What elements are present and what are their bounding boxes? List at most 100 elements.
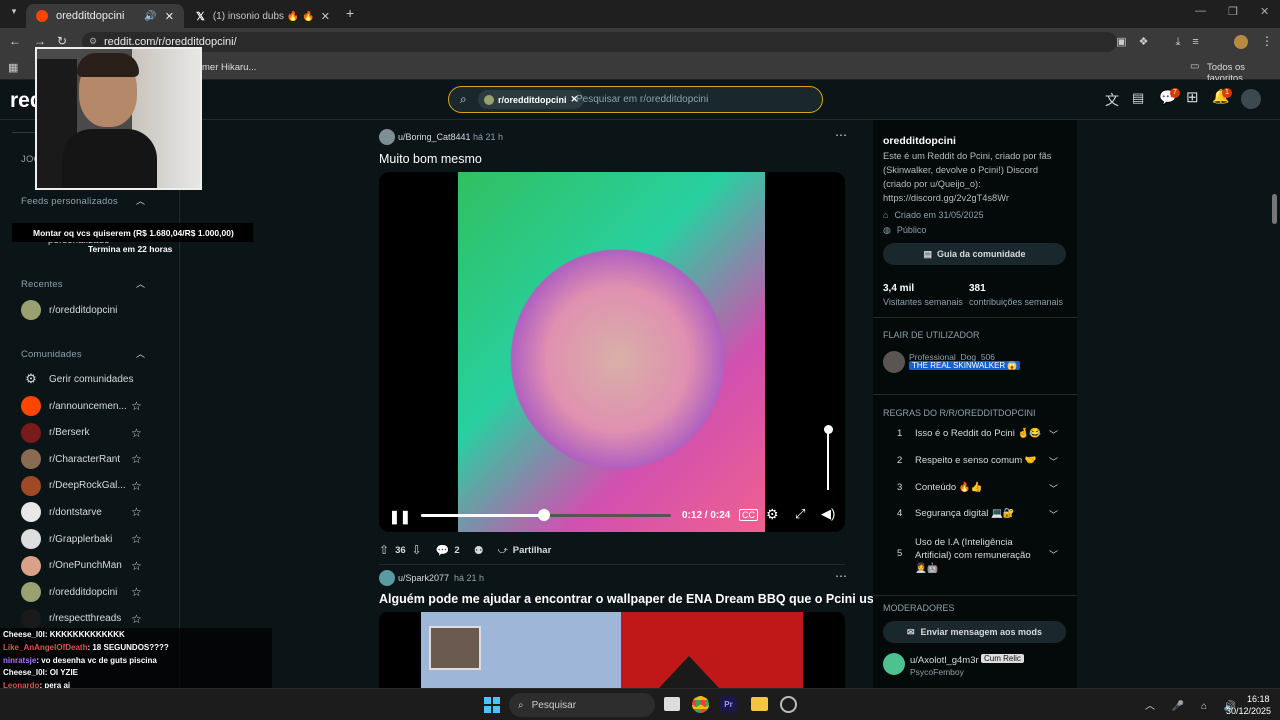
rule-4[interactable]: 4 Segurança digital 💻🔐	[897, 508, 1015, 519]
app-icon[interactable]	[780, 696, 797, 713]
tab-close-icon[interactable]: ✕	[165, 10, 174, 23]
profile-avatar[interactable]	[1234, 35, 1248, 49]
community-name[interactable]: oredditdopcini	[883, 135, 956, 147]
close-window-button[interactable]: ✕	[1260, 5, 1269, 18]
chevron-up-icon[interactable]: ︿	[136, 277, 145, 290]
seek-handle[interactable]	[538, 509, 550, 521]
recents-section-header[interactable]: Recentes	[21, 279, 63, 290]
star-icon[interactable]: ☆	[131, 426, 142, 440]
rule-3[interactable]: 3 Conteúdo 🔥👍	[897, 482, 983, 493]
tab-list-button[interactable]: ▾	[6, 6, 22, 22]
forward-button[interactable]: →	[34, 34, 46, 48]
ads-icon[interactable]: ▤	[1132, 90, 1144, 106]
chevron-down-icon[interactable]: ﹀	[1049, 455, 1058, 468]
pause-icon[interactable]: ❚❚	[389, 509, 411, 525]
star-icon[interactable]: ☆	[131, 452, 142, 466]
star-icon[interactable]: ☆	[131, 612, 142, 626]
communities-section-header[interactable]: Comunidades	[21, 349, 82, 360]
sidebar-item-community[interactable]: r/OnePunchMan ☆	[21, 555, 142, 577]
star-icon[interactable]: ☆	[131, 559, 142, 573]
chevron-down-icon[interactable]: ﹀	[1049, 548, 1058, 561]
feeds-section-header[interactable]: Feeds personalizados	[21, 196, 118, 207]
site-info-icon[interactable]: ⚙	[89, 36, 97, 47]
back-button[interactable]: ←	[9, 34, 21, 48]
seek-bar-fill	[421, 514, 546, 517]
create-post-icon[interactable]: ⊞	[1186, 88, 1199, 106]
reload-button[interactable]: ↻	[57, 34, 67, 48]
sidebar-item-community[interactable]: r/oredditdopcini ☆	[21, 581, 142, 603]
star-icon[interactable]: ☆	[131, 532, 142, 546]
post-card[interactable]: u/Spark2077 há 21 h ⋯ Alguém pode me aju…	[367, 568, 888, 688]
chevron-up-icon[interactable]: ︿	[136, 347, 145, 360]
file-explorer-icon[interactable]	[751, 697, 768, 711]
video-player[interactable]: ❚❚ 0:12 / 0:24 CC ⚙ ⤢ ◀)	[379, 172, 845, 532]
volume-slider-handle[interactable]	[824, 425, 833, 434]
translate-icon[interactable]: 文	[1105, 90, 1119, 110]
manage-communities[interactable]: ⚙ Gerir comunidades	[21, 368, 133, 390]
apps-icon[interactable]: ▦	[8, 61, 18, 74]
star-icon[interactable]: ☆	[131, 585, 142, 599]
flair-tag[interactable]: THE REAL SKINWALKER 😱	[909, 361, 1021, 370]
chevron-down-icon[interactable]: ﹀	[1049, 428, 1058, 441]
rule-2[interactable]: 2 Respeito e senso comum 🤝	[897, 455, 1037, 466]
rule-1[interactable]: 1 Isso é o Reddit do Pcini 🤞😂	[897, 428, 1041, 439]
post-image[interactable]	[379, 612, 845, 688]
new-tab-button[interactable]: +	[346, 5, 354, 21]
more-options-icon[interactable]: ⋯	[835, 128, 847, 142]
captions-icon[interactable]: CC	[739, 509, 758, 521]
sidebar-item-community[interactable]: r/dontstarve ☆	[21, 501, 142, 523]
minimize-button[interactable]: —	[1195, 5, 1206, 17]
post-title[interactable]: Alguém pode me ajudar a encontrar o wall…	[379, 592, 888, 606]
fullscreen-icon[interactable]: ⤢	[795, 506, 805, 522]
user-avatar[interactable]	[1241, 89, 1261, 109]
search-chip[interactable]: r/oredditdopcini ✕	[478, 90, 585, 109]
star-icon[interactable]: ☆	[131, 399, 142, 413]
volume-slider-track[interactable]	[827, 430, 829, 490]
chevron-up-icon[interactable]: ︿	[136, 194, 145, 207]
sidebar-item-community[interactable]: r/DeepRockGal... ☆	[21, 475, 142, 497]
task-view-icon[interactable]	[664, 697, 680, 711]
share-button[interactable]: ⤻ Partilhar	[498, 545, 552, 556]
sidebar-item-community[interactable]: r/Berserk ☆	[21, 422, 142, 444]
scrollbar-thumb[interactable]	[1272, 194, 1277, 224]
post-author[interactable]: u/Boring_Cat8441	[398, 132, 471, 142]
taskbar-search[interactable]: ⌕ Pesquisar	[509, 693, 655, 717]
clock-date[interactable]: 30/12/2025	[1226, 706, 1271, 716]
chrome-icon[interactable]	[692, 696, 709, 713]
clock-time[interactable]: 16:18	[1247, 694, 1270, 704]
windows-start-icon[interactable]	[484, 697, 500, 713]
sidebar-item-recent[interactable]: r/oredditdopcini	[21, 299, 117, 321]
chevron-down-icon[interactable]: ﹀	[1049, 482, 1058, 495]
post-title[interactable]: Muito bom mesmo	[379, 152, 482, 166]
message-mods-button[interactable]: ✉ Enviar mensagem aos mods	[883, 621, 1066, 643]
volume-icon[interactable]: ◀)	[821, 506, 835, 522]
tab-close-icon[interactable]: ✕	[321, 10, 330, 23]
upvote-icon[interactable]: ⇧	[379, 543, 389, 557]
sidebar-item-community[interactable]: r/respectthreads ☆	[21, 608, 142, 630]
settings-icon[interactable]: ⚙	[766, 506, 779, 523]
community-guide-button[interactable]: ▤ Guia da comunidade	[883, 243, 1066, 265]
chevron-down-icon[interactable]: ﹀	[1049, 508, 1058, 521]
premiere-icon[interactable]: Pr	[720, 696, 737, 713]
url-field[interactable]: ⚙ reddit.com/r/oredditdopcini/	[82, 32, 1117, 52]
maximize-button[interactable]: ❐	[1228, 5, 1238, 18]
tab-reddit[interactable]: oredditdopcini 🔊 ✕	[26, 4, 184, 28]
star-icon[interactable]: ☆	[131, 505, 142, 519]
post-author[interactable]: u/Spark2077	[398, 573, 449, 583]
speaker-icon[interactable]: 🔊	[144, 11, 156, 22]
rule-5[interactable]: 5 Uso de I.A (Inteligência Artificial) co…	[897, 537, 1031, 574]
sidebar-item-community[interactable]: r/CharacterRant ☆	[21, 448, 142, 470]
menu-icon[interactable]: ⋮	[1261, 34, 1273, 48]
search-bar[interactable]: ⌕ r/oredditdopcini ✕ Pesquisar em r/ored…	[448, 86, 823, 113]
post-card[interactable]: u/Boring_Cat8441 há 21 h ⋯ Muito bom mes…	[367, 120, 857, 560]
downvote-icon[interactable]: ⇩	[412, 543, 422, 557]
comments-button[interactable]: 💬 2	[436, 544, 460, 557]
award-icon[interactable]: ⚉	[474, 544, 484, 557]
tab-x[interactable]: 𝕏 (1) insonio dubs 🔥 🔥 on X: " ✕	[186, 4, 340, 28]
sidebar-item-community[interactable]: r/Grapplerbaki ☆	[21, 528, 142, 550]
more-options-icon[interactable]: ⋯	[835, 569, 847, 583]
sidebar-item-community[interactable]: r/announcemen... ☆	[21, 395, 142, 417]
star-icon[interactable]: ☆	[131, 479, 142, 493]
mod-name[interactable]: u/Axolotl_g4m3r	[910, 655, 979, 666]
bookmark-item[interactable]: mer Hikaru...	[202, 62, 256, 73]
